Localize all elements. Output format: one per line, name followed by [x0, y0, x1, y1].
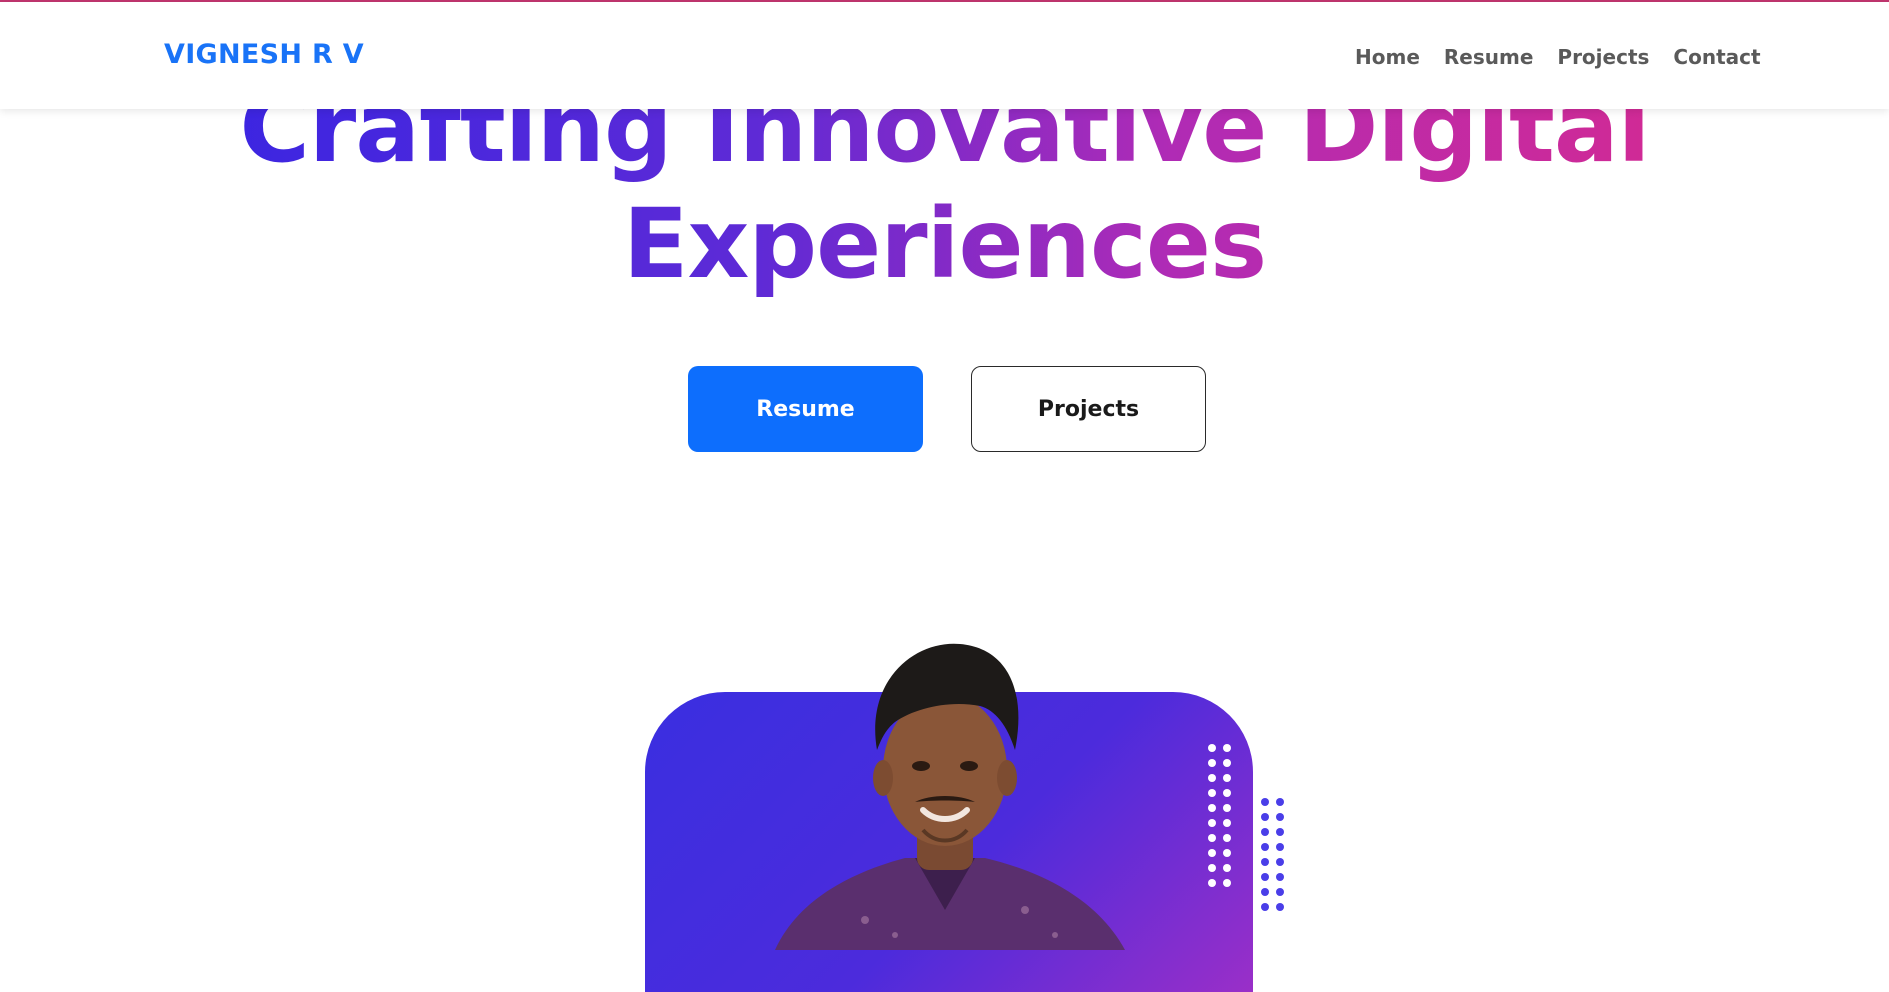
navbar: VIGNESH R V Home Resume Projects Contact: [0, 2, 1889, 109]
profile-photo: [775, 643, 1125, 950]
nav-links: Home Resume Projects Contact: [1355, 45, 1785, 69]
decorative-dots-white: [1208, 744, 1231, 887]
resume-button[interactable]: Resume: [688, 366, 923, 452]
nav-link-contact[interactable]: Contact: [1673, 45, 1760, 69]
brand-logo[interactable]: VIGNESH R V: [164, 39, 364, 70]
nav-link-projects[interactable]: Projects: [1557, 45, 1649, 69]
nav-link-resume[interactable]: Resume: [1444, 45, 1534, 69]
decorative-dots-blue: [1261, 798, 1284, 911]
hero-title-line-2: Experiences: [622, 188, 1267, 300]
projects-button[interactable]: Projects: [971, 366, 1206, 452]
nav-link-home[interactable]: Home: [1355, 45, 1420, 69]
